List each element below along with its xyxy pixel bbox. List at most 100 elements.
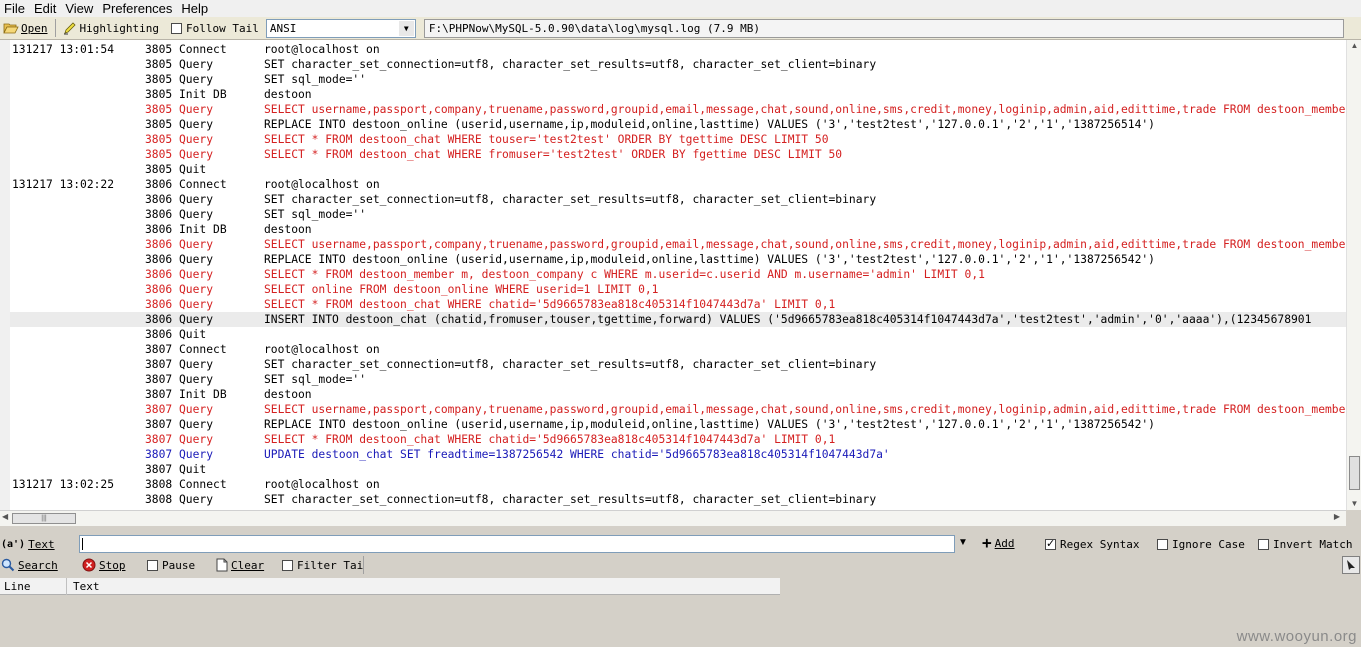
bookmark-gutter[interactable] [0, 40, 10, 510]
log-argument: SELECT * FROM destoon_chat WHERE chatid=… [264, 433, 836, 446]
follow-tail-checkbox[interactable]: Follow Tail [168, 19, 262, 38]
log-row[interactable]: 3805 Query SET character_set_connection=u… [10, 57, 1346, 72]
column-header-line[interactable]: Line [4, 580, 31, 593]
encoding-select[interactable]: ANSI ▼ [265, 18, 416, 38]
highlighter-icon [63, 22, 76, 35]
plus-icon: + [982, 533, 992, 552]
clear-label: Clear [231, 558, 265, 572]
filter-tail-checkbox[interactable]: Filter Tai [282, 559, 363, 572]
log-command: 3806 Query [145, 193, 214, 206]
scroll-up-icon[interactable]: ▲ [1347, 40, 1361, 52]
scroll-left-icon[interactable]: ◀ [2, 512, 8, 521]
highlighting-label: Highlighting [79, 21, 159, 35]
log-row[interactable]: 3807 Query REPLACE INTO destoon_online (u… [10, 417, 1346, 432]
log-row[interactable]: 3806 Query SELECT * FROM destoon_member m… [10, 267, 1346, 282]
log-row[interactable]: 3806 Query INSERT INTO destoon_chat (chat… [10, 312, 1346, 327]
log-row[interactable]: 3807 Connect root@localhost on [10, 342, 1346, 357]
log-row[interactable]: 3806 Query REPLACE INTO destoon_online (u… [10, 252, 1346, 267]
log-row[interactable]: 131217 13:01:54 3805 Connect root@localhos… [10, 42, 1346, 57]
scroll-down-icon[interactable]: ▼ [1347, 498, 1361, 510]
log-row[interactable]: 3805 Query REPLACE INTO destoon_online (u… [10, 117, 1346, 132]
log-command: 3807 Query [145, 448, 214, 461]
log-row[interactable]: 3806 Query SET sql_mode='' [10, 207, 1346, 222]
chevron-down-icon[interactable]: ▼ [398, 20, 414, 36]
log-command: 3806 Query [145, 208, 214, 221]
follow-tail-check-box[interactable] [170, 22, 182, 34]
open-button[interactable]: Open [0, 19, 51, 38]
log-command: 3806 Query [145, 313, 214, 326]
search-button[interactable]: Search [1, 558, 58, 572]
search-input[interactable] [79, 535, 955, 553]
search-mode[interactable]: (a') Text [1, 538, 55, 551]
log-argument: UPDATE destoon_chat SET freadtime=138725… [264, 448, 890, 461]
log-argument: SET sql_mode='' [264, 373, 367, 386]
log-row[interactable]: 3807 Query SET character_set_connection=u… [10, 357, 1346, 372]
log-row[interactable]: 3805 Init DB destoon [10, 87, 1346, 102]
file-path-field: F:\PHPNow\MySQL-5.0.90\data\log\mysql.lo… [423, 18, 1344, 38]
add-button[interactable]: + Add [982, 533, 1015, 552]
invert-match-label: Invert Match [1273, 538, 1353, 551]
vertical-scrollbar[interactable]: ▲ ▼ [1346, 40, 1361, 510]
log-row[interactable]: 3805 Quit [10, 162, 1346, 177]
log-row[interactable]: 3807 Init DB destoon [10, 387, 1346, 402]
ignore-case-label: Ignore Case [1172, 538, 1245, 551]
log-row[interactable]: 3805 Query SELECT * FROM destoon_chat WHE… [10, 147, 1346, 162]
invert-match-checkbox[interactable]: Invert Match [1258, 538, 1352, 551]
results-list[interactable]: www.wooyun.org [0, 596, 1361, 647]
ignore-case-checkbox[interactable]: Ignore Case [1157, 538, 1245, 551]
menu-help[interactable]: Help [177, 0, 213, 17]
log-row[interactable]: 3806 Query SELECT online FROM destoon_onl… [10, 282, 1346, 297]
log-row[interactable]: 3807 Query SELECT * FROM destoon_chat WHE… [10, 432, 1346, 447]
chevron-down-icon[interactable]: ▼ [958, 537, 968, 548]
log-command: 3806 Query [145, 283, 214, 296]
scroll-right-icon[interactable]: ▶ [1334, 512, 1340, 521]
menu-file[interactable]: File [0, 0, 30, 17]
log-row[interactable]: 3805 Query SELECT * FROM destoon_chat WHE… [10, 132, 1346, 147]
log-command: 3807 Init DB [145, 388, 227, 401]
log-row[interactable]: 3807 Query SET sql_mode='' [10, 372, 1346, 387]
log-argument: SELECT * FROM destoon_member m, destoon_… [264, 268, 985, 281]
log-rows[interactable]: 131217 13:01:54 3805 Connect root@localhos… [10, 42, 1346, 508]
column-header-text[interactable]: Text [73, 580, 100, 593]
pointer-icon[interactable] [1342, 556, 1360, 574]
invert-match-check-box[interactable] [1258, 539, 1269, 550]
clear-button[interactable]: Clear [216, 558, 264, 572]
column-divider[interactable] [66, 578, 67, 595]
menu-view[interactable]: View [61, 0, 98, 17]
log-row[interactable]: 3807 Query SELECT username,passport,compa… [10, 402, 1346, 417]
log-row[interactable]: 3806 Quit [10, 327, 1346, 342]
log-argument: destoon [264, 223, 312, 236]
filter-tail-check-box[interactable] [282, 560, 293, 571]
log-row[interactable]: 3805 Query SELECT username,passport,compa… [10, 102, 1346, 117]
log-argument: REPLACE INTO destoon_online (userid,user… [264, 118, 1155, 131]
highlighting-button[interactable]: Highlighting [60, 19, 162, 38]
log-row[interactable]: 131217 13:02:25 3808 Connect root@localhos… [10, 477, 1346, 492]
log-row[interactable]: 3806 Query SELECT * FROM destoon_chat WHE… [10, 297, 1346, 312]
log-command: 3807 Query [145, 433, 214, 446]
log-row[interactable]: 3807 Quit [10, 462, 1346, 477]
log-argument: root@localhost on [264, 478, 380, 491]
menu-preferences[interactable]: Preferences [98, 0, 177, 17]
horizontal-scrollbar[interactable]: ◀ ||| ▶ [0, 510, 1346, 526]
vertical-scroll-thumb[interactable] [1349, 456, 1360, 490]
regex-syntax-check-box[interactable] [1045, 537, 1056, 550]
ignore-case-check-box[interactable] [1157, 539, 1168, 550]
log-row[interactable]: 3806 Query SELECT username,passport,compa… [10, 237, 1346, 252]
search-label: Search [18, 558, 58, 572]
regex-syntax-checkbox[interactable]: Regex Syntax [1045, 537, 1139, 551]
filter-tail-label: Filter Tai [297, 559, 364, 572]
log-view[interactable]: 131217 13:01:54 3805 Connect root@localhos… [0, 40, 1361, 510]
horizontal-scroll-thumb[interactable]: ||| [12, 513, 76, 524]
log-row[interactable]: 3807 Query UPDATE destoon_chat SET freadt… [10, 447, 1346, 462]
log-row[interactable]: 3806 Init DB destoon [10, 222, 1346, 237]
log-row[interactable]: 131217 13:02:22 3806 Connect root@localhos… [10, 177, 1346, 192]
log-row[interactable]: 3805 Query SET sql_mode='' [10, 72, 1346, 87]
log-command: 3807 Query [145, 373, 214, 386]
log-row[interactable]: 3808 Query SET character_set_connection=u… [10, 492, 1346, 507]
log-row[interactable]: 3806 Query SET character_set_connection=u… [10, 192, 1346, 207]
pause-check-box[interactable] [147, 560, 158, 571]
menu-edit[interactable]: Edit [30, 0, 61, 17]
pause-checkbox[interactable]: Pause [147, 559, 195, 572]
stop-button[interactable]: Stop [82, 558, 126, 572]
log-command: 3805 Quit [145, 163, 207, 176]
